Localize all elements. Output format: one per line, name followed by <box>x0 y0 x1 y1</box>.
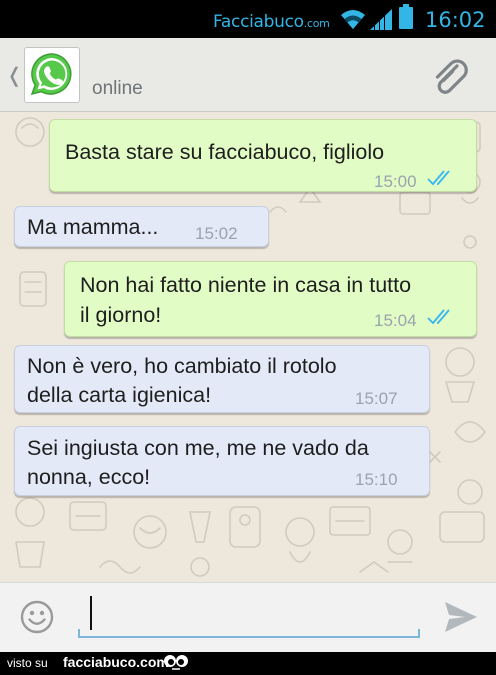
wifi-icon <box>341 10 365 29</box>
message-text: nonna, ecco! <box>27 465 151 489</box>
message-input-bar <box>0 582 496 652</box>
message-text: Sei ingiusta con me, me ne vado da <box>27 436 369 460</box>
message-time: 15:00 <box>374 172 417 191</box>
paperclip-icon[interactable] <box>430 56 474 100</box>
text-caret <box>90 596 92 630</box>
read-receipt-icon <box>427 170 450 186</box>
battery-icon <box>399 4 413 29</box>
message-text: della carta igienica! <box>27 383 212 407</box>
message-bubble-incoming[interactable]: Sei ingiusta con me, me ne vado da nonna… <box>14 426 430 496</box>
message-bubble-outgoing[interactable]: Non hai fatto niente in casa in tutto il… <box>64 261 477 337</box>
message-text: Non è vero, ho cambiato il rotolo <box>27 354 337 378</box>
chevron-left-icon[interactable]: ❬ <box>6 63 23 88</box>
message-time: 15:07 <box>355 389 398 408</box>
status-bar: Facciabuco.com 16:02 <box>0 0 496 38</box>
smiley-icon[interactable] <box>19 599 55 635</box>
message-time: 15:04 <box>374 311 417 330</box>
chat-area[interactable]: Basta stare su facciabuco, figliolo 15:0… <box>0 112 496 582</box>
message-text: Non hai fatto niente in casa in tutto <box>80 273 412 297</box>
message-bubble-incoming[interactable]: Non è vero, ho cambiato il rotolo della … <box>14 345 430 413</box>
contact-avatar[interactable] <box>24 47 80 103</box>
message-bubble-incoming[interactable]: Ma mamma... 15:02 <box>14 206 269 247</box>
status-bar-time: 16:02 <box>425 8 486 32</box>
footer-brand: facciabuco.com <box>63 654 169 670</box>
read-receipt-icon <box>427 309 450 325</box>
whatsapp-logo-icon <box>30 53 72 96</box>
chat-header: ❬ online <box>0 38 496 112</box>
message-bubble-outgoing[interactable]: Basta stare su facciabuco, figliolo 15:0… <box>49 119 477 192</box>
send-icon[interactable] <box>443 600 479 634</box>
footer-visto-text: visto su <box>7 656 48 670</box>
message-text: Ma mamma... <box>27 215 159 239</box>
message-text: Basta stare su facciabuco, figliolo <box>65 140 385 164</box>
watermark-footer: visto su facciabuco.com <box>0 652 496 675</box>
eyes-logo-icon <box>164 655 188 670</box>
contact-status: online <box>92 78 143 99</box>
message-time: 15:02 <box>195 224 238 243</box>
message-input-edge <box>418 629 420 637</box>
message-time: 15:10 <box>355 470 398 489</box>
signal-icon <box>370 8 392 31</box>
status-bar-brand: Facciabuco.com <box>213 12 330 32</box>
message-text: il giorno! <box>80 303 162 327</box>
message-input[interactable] <box>78 593 420 638</box>
message-input-edge <box>78 629 80 637</box>
